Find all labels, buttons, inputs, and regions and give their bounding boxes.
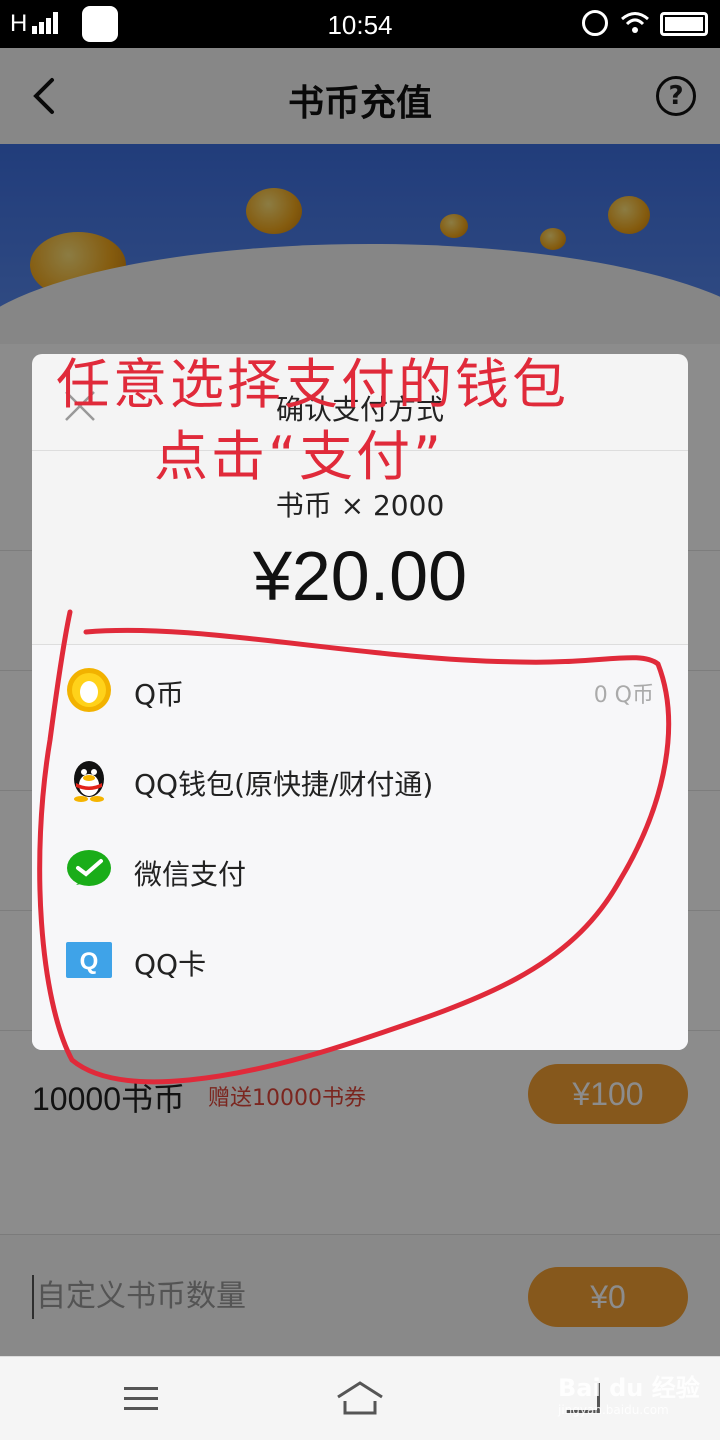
clock: 10:54 [327, 10, 393, 40]
home-icon[interactable] [336, 1381, 384, 1415]
qcoin-balance: 0 Q币 [593, 683, 654, 708]
qq-penguin-icon [74, 761, 104, 802]
annotation-line-2: 点击“支付” [154, 425, 444, 488]
annotation-line-1: 任意选择支付的钱包 [56, 353, 569, 416]
payment-amount: ¥20.00 [252, 537, 468, 615]
baidu-watermark: Bai du 经验 jingyan.baidu.com [558, 1368, 700, 1417]
pay-method-qq-card[interactable]: Q QQ卡 [32, 915, 688, 1005]
pay-method-label: 微信支付 [134, 858, 247, 891]
qcoin-icon [67, 668, 111, 712]
watermark-url: jingyan.baidu.com [558, 1403, 669, 1417]
qq-card-icon: Q [66, 942, 112, 978]
pay-method-qq-wallet[interactable]: QQ钱包(原快捷/财付通) [32, 735, 688, 825]
payment-methods-list: Q币 0 Q币 QQ钱包(原快捷/财付通) 微信支付 Q QQ卡 [32, 644, 688, 1050]
pay-method-label: QQ卡 [134, 948, 207, 981]
wifi-icon [621, 12, 649, 33]
pay-method-wechat[interactable]: 微信支付 [32, 825, 688, 915]
pay-method-label: QQ钱包(原快捷/财付通) [134, 768, 434, 801]
pay-method-label: Q币 [134, 678, 185, 711]
wechat-pay-icon [67, 850, 111, 886]
alarm-icon [582, 10, 608, 36]
battery-icon [660, 12, 708, 36]
menu-icon[interactable] [124, 1387, 158, 1411]
status-bar: H 10:54 [0, 0, 720, 48]
svg-text:Q: Q [80, 948, 99, 975]
watermark-brand: Bai du 经验 [558, 1374, 700, 1402]
pay-method-qcoin[interactable]: Q币 0 Q币 [32, 645, 688, 735]
